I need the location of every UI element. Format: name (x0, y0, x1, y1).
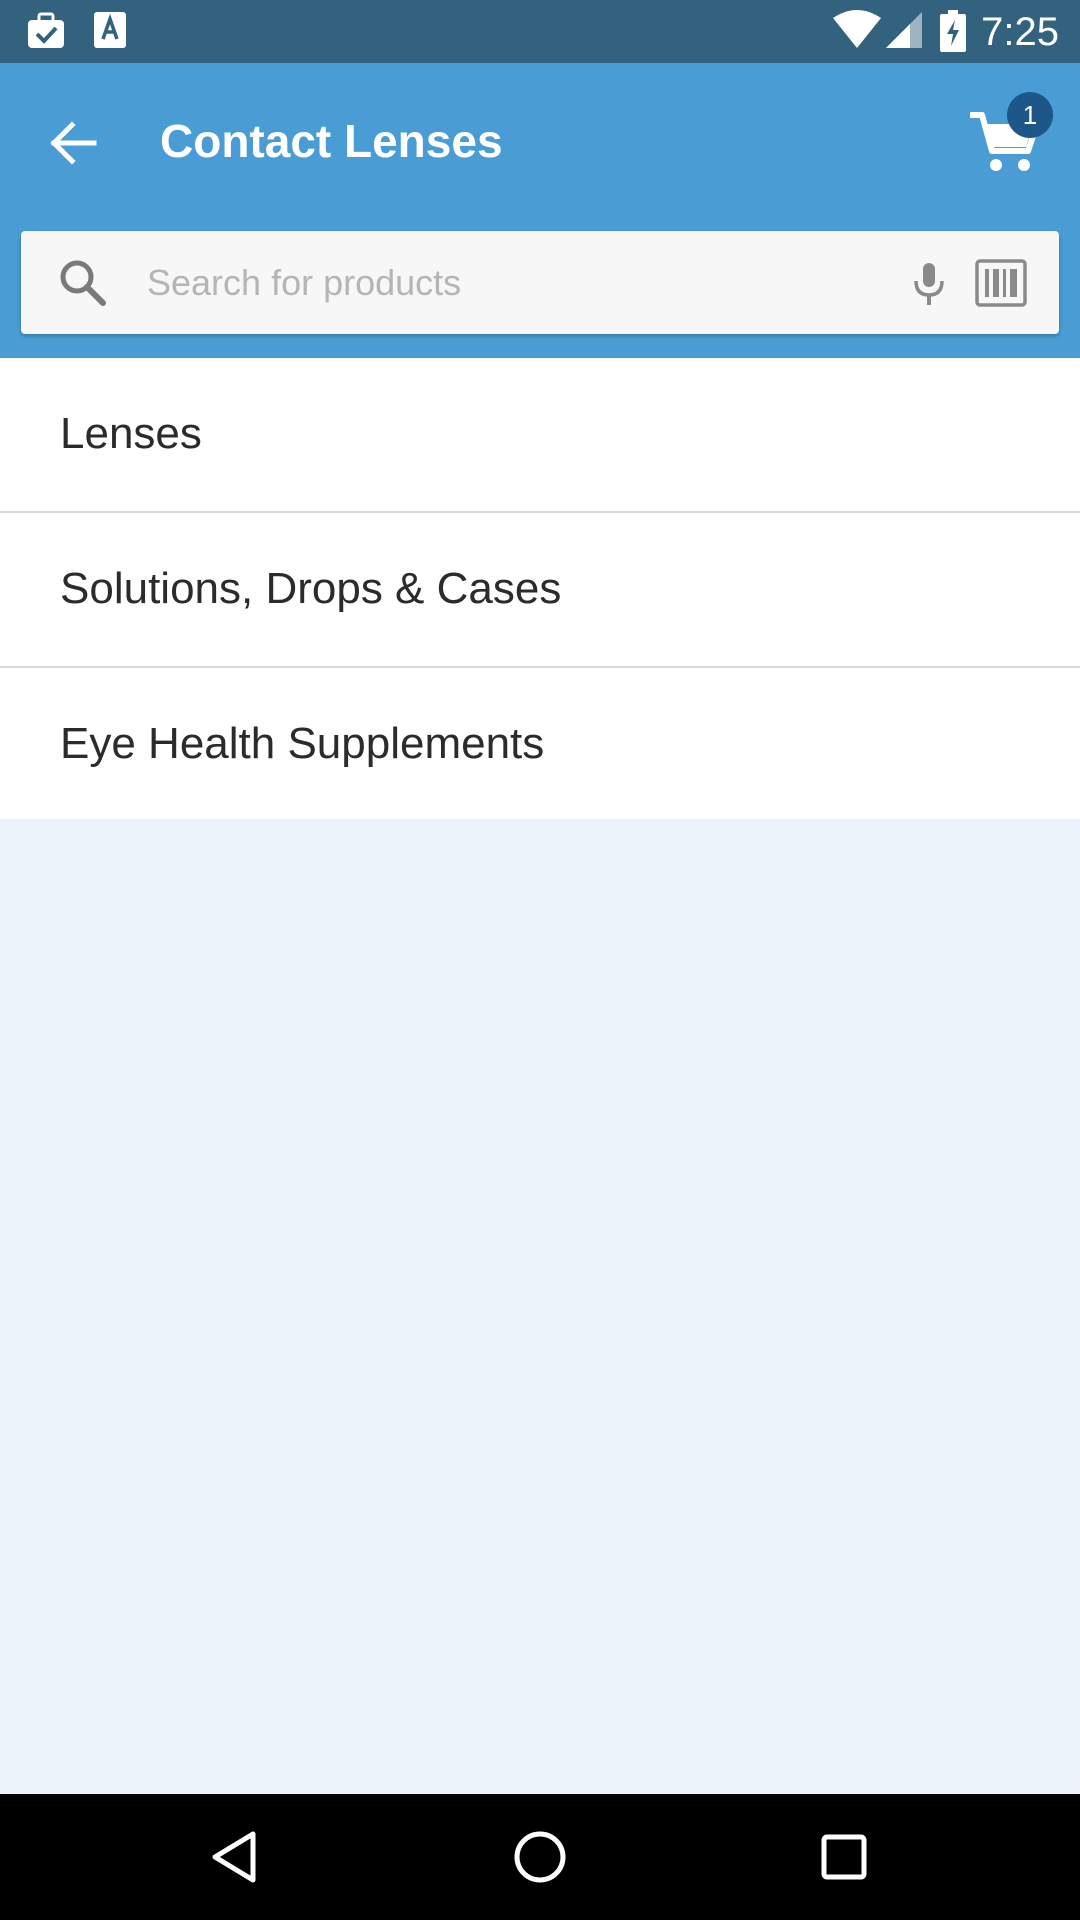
signal-icon (884, 10, 924, 55)
briefcase-check-icon (26, 12, 66, 55)
category-item-solutions-drops-cases[interactable]: Solutions, Drops & Cases (0, 513, 1080, 668)
search-bar (21, 231, 1059, 334)
status-time: 7:25 (981, 10, 1059, 54)
back-button[interactable] (36, 105, 112, 181)
page-title: Contact Lenses (160, 115, 503, 167)
search-icon (57, 257, 109, 309)
back-triangle-icon[interactable] (203, 1824, 269, 1890)
status-bar: 7:25 (0, 0, 1080, 63)
recents-square-icon[interactable] (811, 1824, 877, 1890)
system-nav-bar (0, 1794, 1080, 1920)
barcode-scan-icon[interactable] (973, 255, 1029, 311)
search-input[interactable] (147, 251, 887, 315)
category-item-eye-health-supplements[interactable]: Eye Health Supplements (0, 668, 1080, 819)
category-label: Solutions, Drops & Cases (60, 564, 562, 613)
wifi-icon (832, 10, 882, 55)
font-a-icon (94, 12, 126, 53)
category-label: Lenses (60, 409, 202, 458)
category-item-lenses[interactable]: Lenses (0, 358, 1080, 513)
home-circle-icon[interactable] (507, 1824, 573, 1890)
cart-count-badge: 1 (1007, 92, 1053, 138)
arrow-back-icon (50, 121, 97, 165)
app-bar: Contact Lenses 1 (0, 63, 1080, 358)
battery-charging-icon (940, 10, 966, 57)
category-list: Lenses Solutions, Drops & Cases Eye Heal… (0, 358, 1080, 819)
microphone-icon[interactable] (901, 255, 957, 311)
category-label: Eye Health Supplements (60, 719, 545, 768)
